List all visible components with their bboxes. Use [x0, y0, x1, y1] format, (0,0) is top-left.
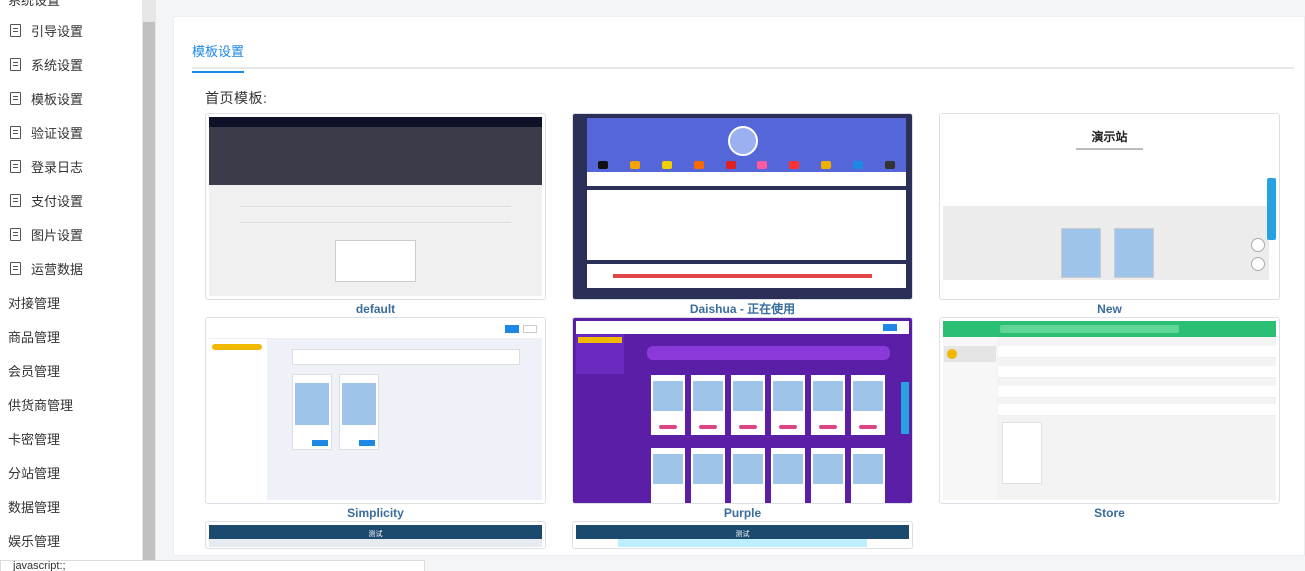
template-thumbnail[interactable] — [205, 113, 546, 300]
document-icon — [10, 193, 21, 207]
document-icon — [10, 125, 21, 139]
sidebar-item-guide-settings[interactable]: 引导设置 — [0, 13, 142, 47]
thumbnail-title: 演示站 — [1091, 130, 1128, 144]
sidebar-item-substations[interactable]: 分站管理 — [0, 455, 142, 489]
template-default[interactable]: default — [205, 113, 546, 317]
template-8[interactable]: 测试 — [572, 521, 913, 549]
sidebar-scrollbar-thumb[interactable] — [143, 22, 155, 562]
template-thumbnail[interactable] — [572, 317, 913, 504]
sidebar-item-label: 系统设置 — [31, 57, 84, 73]
template-thumbnail[interactable] — [205, 317, 546, 504]
template-thumbnail[interactable] — [939, 317, 1280, 504]
template-new[interactable]: 演示站 New — [939, 113, 1280, 317]
sidebar-item-label: 支付设置 — [31, 193, 84, 209]
template-thumbnail[interactable]: 测试 — [205, 521, 546, 549]
sidebar-item-members[interactable]: 会员管理 — [0, 353, 142, 387]
template-name: Store — [1094, 506, 1125, 520]
sidebar-item-label: 登录日志 — [31, 159, 84, 175]
sidebar-item-system-settings[interactable]: 系统设置 — [0, 47, 142, 81]
sidebar-item-label: 运营数据 — [31, 261, 84, 277]
sidebar-item-operation-data[interactable]: 运营数据 — [0, 251, 142, 285]
sidebar-item-label: 图片设置 — [31, 227, 84, 243]
document-icon — [10, 23, 21, 37]
sidebar-section-header[interactable]: 系统设置 — [8, 0, 60, 9]
section-title: 首页模板: — [205, 90, 268, 106]
sidebar-item-label: 引导设置 — [31, 23, 84, 39]
template-name: New — [1097, 302, 1122, 316]
sidebar-item-label: 验证设置 — [31, 125, 84, 141]
template-name: default — [355, 302, 396, 316]
sidebar-item-login-log[interactable]: 登录日志 — [0, 149, 142, 183]
template-thumbnail[interactable] — [572, 113, 913, 300]
sidebar-item-payment-settings[interactable]: 支付设置 — [0, 183, 142, 217]
document-icon — [10, 57, 21, 71]
sidebar-scrollbar[interactable] — [142, 0, 156, 562]
template-thumbnail[interactable]: 演示站 — [939, 113, 1280, 300]
thumbnail-title: 测试 — [368, 531, 383, 538]
tab-bar: 模板设置 — [192, 17, 1294, 73]
document-icon — [10, 227, 21, 241]
sidebar: 系统设置 引导设置 系统设置 模板设置 验证设置 登录日志 支付设置 图片设置 … — [0, 0, 142, 560]
template-daishua[interactable]: Daishua - 正在使用 — [572, 113, 913, 317]
sidebar-item-image-settings[interactable]: 图片设置 — [0, 217, 142, 251]
document-icon — [10, 261, 21, 275]
sidebar-item-card-keys[interactable]: 卡密管理 — [0, 421, 142, 455]
document-icon — [10, 159, 21, 173]
sidebar-item-data[interactable]: 数据管理 — [0, 489, 142, 523]
template-7[interactable]: 测试 — [205, 521, 546, 549]
sidebar-item-products[interactable]: 商品管理 — [0, 319, 142, 353]
sidebar-item-docking[interactable]: 对接管理 — [0, 285, 142, 319]
template-name: Purple — [723, 506, 762, 520]
browser-status-bar: javascript:; — [0, 560, 425, 571]
template-purple[interactable]: Purple — [572, 317, 913, 521]
template-simplicity[interactable]: Simplicity — [205, 317, 546, 521]
thumbnail-title: 测试 — [735, 531, 750, 538]
template-store[interactable]: Store — [939, 317, 1280, 521]
sidebar-item-verify-settings[interactable]: 验证设置 — [0, 115, 142, 149]
sidebar-item-label: 模板设置 — [31, 91, 84, 107]
tab-template-settings[interactable]: 模板设置 — [192, 41, 245, 73]
sidebar-item-template-settings[interactable]: 模板设置 — [0, 81, 142, 115]
template-name: Daishua - 正在使用 — [689, 302, 796, 316]
sidebar-item-suppliers[interactable]: 供货商管理 — [0, 387, 142, 421]
document-icon — [10, 91, 21, 105]
template-thumbnail[interactable]: 测试 — [572, 521, 913, 549]
sidebar-item-entertainment[interactable]: 娱乐管理 — [0, 523, 142, 557]
template-name: Simplicity — [347, 506, 404, 520]
